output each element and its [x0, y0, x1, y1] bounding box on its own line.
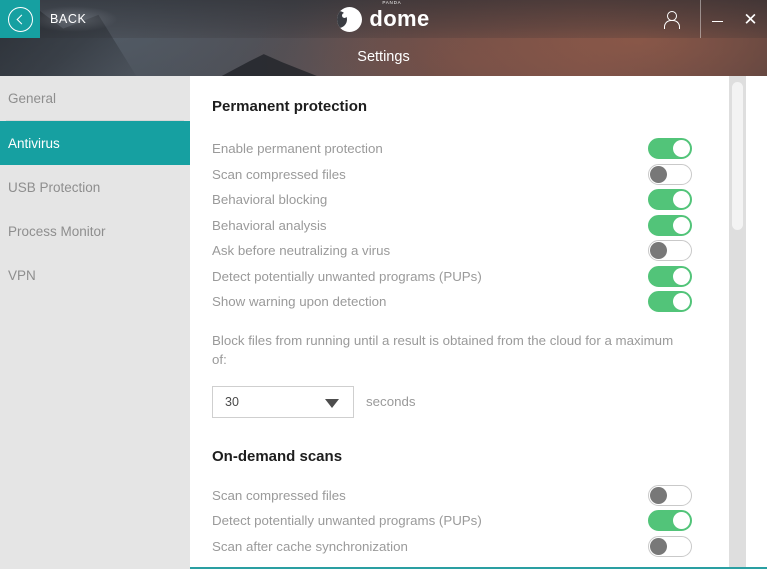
sidebar-item-label: Antivirus: [8, 135, 60, 151]
setting-row-behavioral-analysis[interactable]: Behavioral analysis: [212, 213, 716, 239]
settings-content-inner: Permanent protection Enable permanent pr…: [190, 76, 746, 569]
setting-row-ask-before-neutralizing[interactable]: Ask before neutralizing a virus: [212, 238, 716, 264]
setting-label: Behavioral blocking: [212, 192, 328, 208]
toggle-detect-pups[interactable]: [648, 265, 692, 287]
setting-label: Ask before neutralizing a virus: [212, 243, 391, 259]
body-area: General Antivirus USB Protection Process…: [0, 76, 767, 569]
setting-label: Detect potentially unwanted programs (PU…: [212, 513, 482, 529]
setting-row-show-warning[interactable]: Show warning upon detection: [212, 289, 716, 315]
sidebar-item-label: USB Protection: [8, 179, 101, 195]
chevron-down-icon: [325, 398, 339, 408]
block-timeout-dropdown[interactable]: 30: [212, 385, 354, 418]
setting-label: Show warning upon detection: [212, 294, 387, 310]
back-button-label: BACK: [50, 12, 87, 26]
section-title-permanent-protection: Permanent protection: [212, 98, 368, 115]
setting-row-ods-detect-pups[interactable]: Detect potentially unwanted programs (PU…: [212, 508, 716, 534]
sidebar-nav: General Antivirus USB Protection Process…: [0, 76, 190, 569]
panda-dome-settings-window: BACK PANDA dome ✕ Settings General Antiv…: [0, 0, 767, 569]
page-title: Settings: [357, 49, 410, 65]
toggle-behavioral-analysis[interactable]: [648, 214, 692, 236]
section-title-on-demand-scans: On-demand scans: [212, 447, 343, 465]
user-account-icon: [663, 10, 680, 29]
toggle-scan-compressed-files[interactable]: [648, 163, 692, 185]
window-controls: ✕: [642, 0, 767, 38]
sidebar-item-label: VPN: [8, 267, 36, 283]
setting-label: Detect potentially unwanted programs (PU…: [212, 268, 482, 284]
setting-row-behavioral-blocking[interactable]: Behavioral blocking: [212, 187, 716, 213]
setting-row-detect-pups[interactable]: Detect potentially unwanted programs (PU…: [212, 264, 716, 290]
content-scrollbar-thumb[interactable]: [732, 82, 743, 230]
sidebar-item-label: General: [8, 90, 57, 106]
sidebar-item-vpn[interactable]: VPN: [0, 253, 190, 297]
block-timeout-row: 30 seconds: [212, 385, 716, 418]
content-scrollbar-track[interactable]: [729, 76, 746, 569]
setting-label: Scan compressed files: [212, 487, 346, 503]
setting-row-scan-compressed-files[interactable]: Scan compressed files: [212, 162, 716, 188]
setting-label: Behavioral analysis: [212, 217, 327, 233]
setting-label: Scan compressed files: [212, 166, 346, 182]
toggle-ask-before-neutralizing[interactable]: [648, 240, 692, 262]
toggle-enable-permanent-protection[interactable]: [648, 138, 692, 160]
minimize-button[interactable]: [701, 0, 734, 38]
back-button[interactable]: [0, 0, 40, 38]
close-button[interactable]: ✕: [734, 0, 767, 38]
setting-row-ods-scan-after-cache-sync[interactable]: Scan after cache synchronization: [212, 534, 716, 560]
toggle-show-warning[interactable]: [648, 291, 692, 313]
setting-label: Enable permanent protection: [212, 141, 383, 157]
title-bar: BACK PANDA dome ✕ Settings: [0, 0, 767, 76]
block-files-note: Block files from running until a result …: [212, 332, 674, 367]
user-account-button[interactable]: [642, 0, 700, 38]
block-timeout-unit: seconds: [366, 394, 416, 409]
sidebar-item-antivirus[interactable]: Antivirus: [0, 121, 190, 165]
sidebar-item-usb-protection[interactable]: USB Protection: [0, 165, 190, 209]
setting-row-enable-permanent-protection[interactable]: Enable permanent protection: [212, 136, 716, 162]
sidebar-item-general[interactable]: General: [0, 76, 190, 120]
close-icon: ✕: [743, 9, 758, 29]
toggle-ods-detect-pups[interactable]: [648, 510, 692, 532]
chevron-left-glyph: [16, 14, 27, 24]
toggle-ods-scan-compressed-files[interactable]: [648, 484, 692, 506]
chevron-left-circle-icon: [7, 6, 33, 32]
sidebar-item-label: Process Monitor: [8, 223, 106, 239]
setting-row-ods-scan-compressed-files[interactable]: Scan compressed files: [212, 483, 716, 509]
minimize-icon: [712, 20, 723, 23]
setting-label: Scan after cache synchronization: [212, 538, 408, 554]
toggle-behavioral-blocking[interactable]: [648, 189, 692, 211]
block-timeout-value: 30: [225, 394, 239, 409]
page-title-bar: Settings: [0, 38, 767, 76]
toggle-ods-scan-after-cache-sync[interactable]: [648, 535, 692, 557]
sidebar-item-process-monitor[interactable]: Process Monitor: [0, 209, 190, 253]
settings-content-pane: Permanent protection Enable permanent pr…: [190, 76, 746, 569]
